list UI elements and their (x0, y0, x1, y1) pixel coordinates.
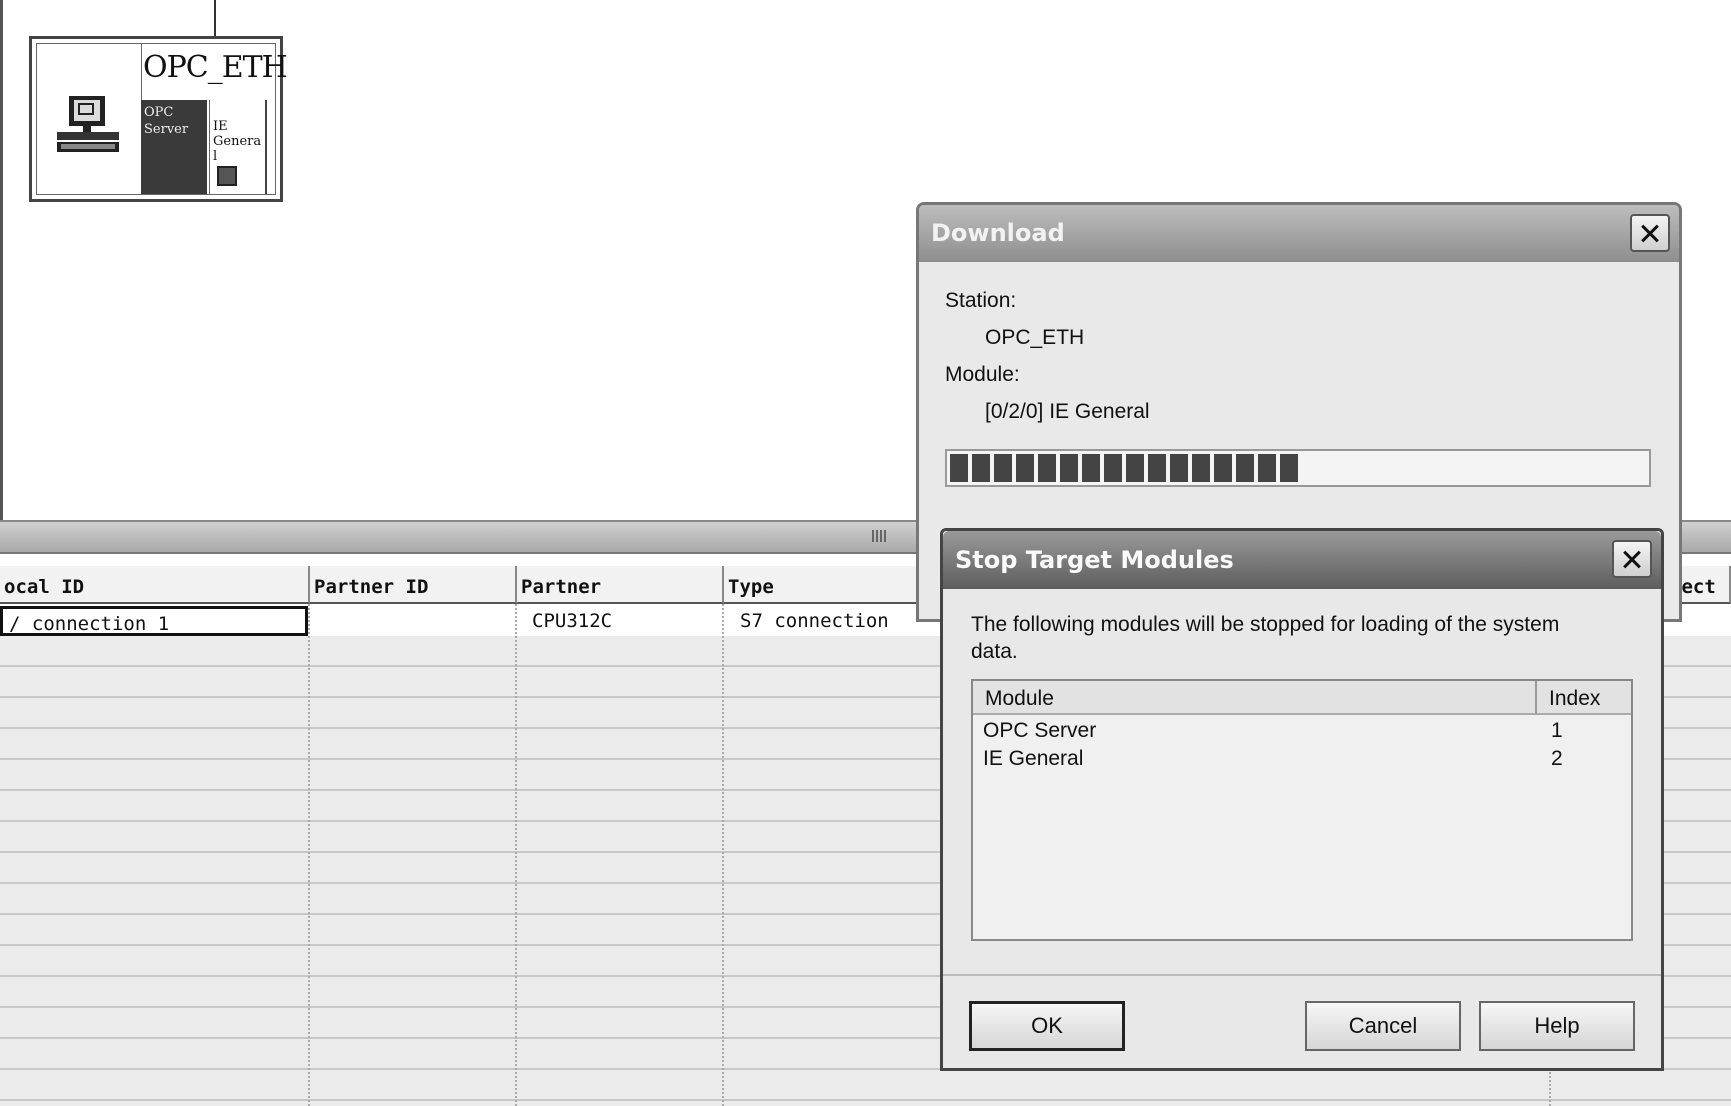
station-name-label: OPC_ETH (143, 50, 288, 85)
col-header-partner[interactable]: Partner (517, 566, 724, 604)
list-item[interactable]: OPC Server 1 (973, 717, 1631, 745)
stop-close-icon[interactable] (1612, 540, 1652, 578)
splitter-grip-icon[interactable] (872, 530, 886, 542)
row-1-partner[interactable]: CPU312C (524, 606, 720, 636)
slot-opc-server[interactable]: OPC Server (141, 100, 207, 194)
station-value: OPC_ETH (985, 326, 1085, 349)
column-divider (308, 604, 310, 1106)
help-button[interactable]: Help (1479, 1001, 1635, 1051)
col-header-partner-id[interactable]: Partner ID (310, 566, 517, 604)
module-label: Module: (945, 363, 1020, 386)
list-item-index: 2 (1551, 747, 1563, 770)
list-item[interactable]: IE General 2 (973, 745, 1631, 773)
module-value: [0/2/0] IE General (985, 400, 1150, 423)
stop-target-modules-dialog: Stop Target Modules The following module… (940, 528, 1664, 1071)
list-item-module: OPC Server (983, 719, 1097, 742)
pc-station-icon (57, 96, 119, 152)
list-header-module[interactable]: Module (973, 681, 1537, 715)
stop-titlebar[interactable]: Stop Target Modules (943, 531, 1661, 589)
slot-ie-general[interactable]: IE Genera l (209, 100, 267, 194)
station-label: Station: (945, 289, 1017, 312)
cancel-button[interactable]: Cancel (1305, 1001, 1461, 1051)
station-icon-cell (37, 44, 142, 194)
download-progress-fill (950, 454, 1302, 482)
row-1-type[interactable]: S7 connection (730, 606, 920, 636)
module-list[interactable]: Module Index OPC Server 1 IE General 2 (971, 679, 1633, 941)
stop-title: Stop Target Modules (955, 546, 1234, 574)
column-divider (515, 604, 517, 1106)
list-item-index: 1 (1551, 719, 1563, 742)
port-square-icon (217, 166, 237, 186)
col-header-local-id[interactable]: ocal ID (0, 566, 310, 604)
download-progress-bar (945, 449, 1651, 487)
station-frame: OPC_ETH OPC Server IE Genera l (36, 43, 288, 195)
row-1-partner-id[interactable] (312, 606, 512, 636)
button-separator (943, 974, 1661, 976)
row-1-local-id[interactable]: / connection_1 (0, 606, 308, 636)
slot-ie-general-label: IE Genera l (213, 119, 262, 164)
download-titlebar[interactable]: Download (919, 205, 1679, 262)
network-link-line (214, 0, 216, 37)
column-divider (722, 604, 724, 1106)
station-object[interactable]: OPC_ETH OPC Server IE Genera l (29, 36, 288, 202)
stop-message: The following modules will be stopped fo… (971, 613, 1560, 663)
ok-button[interactable]: OK (969, 1001, 1125, 1051)
download-close-icon[interactable] (1630, 214, 1670, 252)
list-header-index[interactable]: Index (1537, 681, 1631, 715)
download-title: Download (931, 219, 1065, 247)
list-item-module: IE General (983, 747, 1084, 770)
